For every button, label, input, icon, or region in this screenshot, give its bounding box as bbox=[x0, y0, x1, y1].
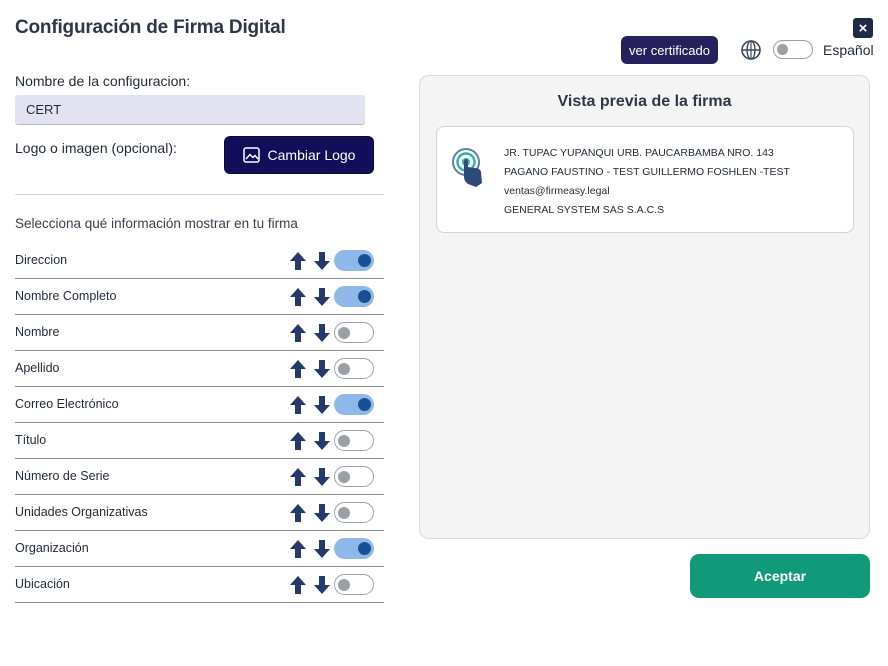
field-row: Apellido bbox=[15, 351, 384, 387]
arrow-up-icon[interactable] bbox=[289, 431, 307, 451]
logo-label: Logo o imagen (opcional): bbox=[15, 140, 177, 156]
touch-fingerprint-icon bbox=[452, 148, 482, 187]
arrow-down-icon[interactable] bbox=[313, 467, 331, 487]
field-row: Unidades Organizativas bbox=[15, 495, 384, 531]
field-toggle[interactable] bbox=[334, 538, 374, 559]
toggle-knob bbox=[338, 578, 350, 591]
arrow-down-icon[interactable] bbox=[313, 431, 331, 451]
language-toggle[interactable] bbox=[773, 40, 813, 59]
field-label: Organización bbox=[15, 541, 89, 555]
signature-lines: JR. TUPAC YUPANQUI URB. PAUCARBAMBA NRO.… bbox=[504, 144, 790, 220]
field-toggle[interactable] bbox=[334, 250, 374, 271]
view-certificate-button[interactable]: ver certificado bbox=[621, 36, 718, 64]
preview-title: Vista previa de la firma bbox=[557, 93, 732, 110]
field-row: Título bbox=[15, 423, 384, 459]
arrow-down-icon[interactable] bbox=[313, 251, 331, 271]
signature-line: JR. TUPAC YUPANQUI URB. PAUCARBAMBA NRO.… bbox=[504, 147, 774, 159]
field-toggle[interactable] bbox=[334, 394, 374, 415]
toggle-knob bbox=[358, 254, 371, 267]
toggle-knob bbox=[338, 362, 350, 375]
field-row: Nombre Completo bbox=[15, 279, 384, 315]
arrow-up-icon[interactable] bbox=[289, 575, 307, 595]
field-row: Nombre bbox=[15, 315, 384, 351]
field-row: Organización bbox=[15, 531, 384, 567]
arrow-down-icon[interactable] bbox=[313, 575, 331, 595]
arrow-up-icon[interactable] bbox=[289, 323, 307, 343]
toggle-knob bbox=[338, 470, 350, 483]
field-toggle[interactable] bbox=[334, 430, 374, 451]
page-title: Configuración de Firma Digital bbox=[15, 17, 286, 38]
toggle-knob bbox=[338, 326, 350, 339]
change-logo-label: Cambiar Logo bbox=[267, 147, 356, 163]
close-button[interactable]: × bbox=[853, 18, 873, 38]
arrow-up-icon[interactable] bbox=[289, 395, 307, 415]
field-label: Nombre bbox=[15, 325, 60, 339]
config-name-input[interactable] bbox=[15, 95, 365, 125]
field-toggle[interactable] bbox=[334, 502, 374, 523]
arrow-down-icon[interactable] bbox=[313, 503, 331, 523]
fields-heading: Selecciona qué información mostrar en tu… bbox=[15, 216, 298, 231]
toggle-knob bbox=[358, 542, 371, 555]
field-label: Ubicación bbox=[15, 577, 70, 591]
image-icon bbox=[242, 147, 260, 163]
field-label: Número de Serie bbox=[15, 469, 110, 483]
arrow-down-icon[interactable] bbox=[313, 359, 331, 379]
field-toggle[interactable] bbox=[334, 322, 374, 343]
arrow-down-icon[interactable] bbox=[313, 539, 331, 559]
field-label: Apellido bbox=[15, 361, 60, 375]
arrow-down-icon[interactable] bbox=[313, 287, 331, 307]
globe-icon bbox=[741, 40, 761, 60]
arrow-up-icon[interactable] bbox=[289, 503, 307, 523]
field-toggle[interactable] bbox=[334, 574, 374, 595]
field-label: Unidades Organizativas bbox=[15, 505, 148, 519]
toggle-knob bbox=[358, 398, 371, 411]
arrow-up-icon[interactable] bbox=[289, 287, 307, 307]
divider bbox=[15, 194, 384, 195]
signature-preview-panel: Vista previa de la firma JR. TUPAC YUPAN… bbox=[419, 75, 870, 539]
arrow-up-icon[interactable] bbox=[289, 251, 307, 271]
accept-button[interactable]: Aceptar bbox=[690, 554, 870, 598]
field-toggle[interactable] bbox=[334, 466, 374, 487]
arrow-down-icon[interactable] bbox=[313, 395, 331, 415]
signature-line: GENERAL SYSTEM SAS S.A.C.S bbox=[504, 204, 665, 216]
toggle-knob bbox=[338, 434, 350, 447]
signature-card: JR. TUPAC YUPANQUI URB. PAUCARBAMBA NRO.… bbox=[436, 126, 854, 233]
language-label: Español bbox=[823, 42, 874, 58]
field-toggle[interactable] bbox=[334, 286, 374, 307]
field-row: Número de Serie bbox=[15, 459, 384, 495]
toggle-knob bbox=[777, 43, 788, 55]
toggle-knob bbox=[358, 290, 371, 303]
field-label: Título bbox=[15, 433, 47, 447]
signature-line: PAGANO FAUSTINO - TEST GUILLERMO FOSHLEN… bbox=[504, 166, 790, 178]
config-name-label: Nombre de la configuracion: bbox=[15, 73, 191, 89]
arrow-up-icon[interactable] bbox=[289, 359, 307, 379]
signature-line: ventas@firmeasy.legal bbox=[504, 185, 610, 197]
field-label: Correo Electrónico bbox=[15, 397, 119, 411]
field-label: Nombre Completo bbox=[15, 289, 117, 303]
field-label: Direccion bbox=[15, 253, 68, 267]
field-row: Ubicación bbox=[15, 567, 384, 603]
field-list: Direccion Nombre Completo Nombre Apellido Co… bbox=[15, 243, 384, 603]
field-row: Direccion bbox=[15, 243, 384, 279]
toggle-knob bbox=[338, 506, 350, 519]
change-logo-button[interactable]: Cambiar Logo bbox=[224, 136, 374, 174]
arrow-up-icon[interactable] bbox=[289, 539, 307, 559]
close-icon: × bbox=[858, 19, 868, 37]
field-row: Correo Electrónico bbox=[15, 387, 384, 423]
arrow-up-icon[interactable] bbox=[289, 467, 307, 487]
arrow-down-icon[interactable] bbox=[313, 323, 331, 343]
field-toggle[interactable] bbox=[334, 358, 374, 379]
